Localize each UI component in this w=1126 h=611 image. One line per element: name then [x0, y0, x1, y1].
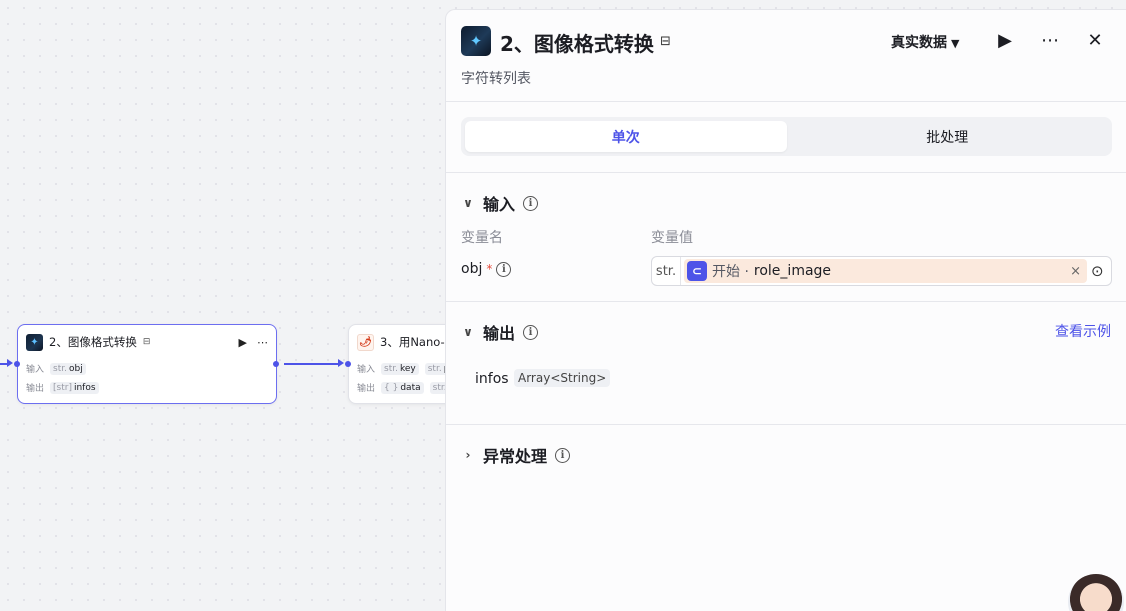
- node-input-port[interactable]: [14, 361, 20, 367]
- input-section-header[interactable]: ∨ 输入 i: [461, 191, 539, 215]
- tab-single[interactable]: 单次: [465, 121, 787, 152]
- node-logo-icon: ✦: [26, 333, 43, 351]
- reference-source: 开始 ·: [712, 264, 749, 280]
- node-input-port[interactable]: [345, 361, 351, 367]
- node-title: 3、用Nano-: [380, 335, 445, 349]
- chevron-down-icon[interactable]: ∨: [461, 325, 475, 339]
- close-button[interactable]: ✕: [1082, 27, 1108, 53]
- error-section-header[interactable]: › 异常处理 i: [461, 443, 571, 467]
- connection-edge-arrow: [338, 359, 344, 367]
- node-logo-icon: ✦: [461, 26, 491, 56]
- input-value-field[interactable]: str. ⊂ 开始 · role_image × ⊙: [651, 256, 1112, 286]
- node-input-label: 输入: [26, 365, 45, 375]
- info-icon[interactable]: i: [496, 261, 512, 277]
- panel-subtitle[interactable]: 字符转列表: [461, 68, 531, 88]
- column-var-value: 变量值: [651, 230, 693, 246]
- panel-title[interactable]: 2、图像格式转换: [500, 28, 654, 57]
- chevron-right-icon[interactable]: ›: [461, 448, 475, 462]
- more-icon[interactable]: ⋯: [257, 336, 268, 349]
- connection-edge[interactable]: [284, 363, 340, 365]
- node-image-format-convert[interactable]: ✦ 2、图像格式转换 ⊟ ▶ ⋯ 输入 str. obj 输出 [str] info…: [14, 324, 279, 404]
- value-type-selector[interactable]: str.: [652, 257, 681, 285]
- input-section-title: 输入: [483, 195, 516, 214]
- chevron-down-icon[interactable]: ∨: [461, 196, 475, 210]
- node-input-label: 输入: [357, 365, 376, 375]
- play-icon: ▶: [998, 29, 1012, 51]
- output-var-name: infos: [475, 371, 509, 387]
- data-mode-label: 真实数据: [891, 35, 947, 51]
- variable-picker-icon[interactable]: ⊙: [1091, 262, 1104, 280]
- divider: [446, 424, 1126, 425]
- run-button[interactable]: ▶: [992, 27, 1018, 53]
- variable-reference-tag[interactable]: ⊂ 开始 · role_image ×: [684, 259, 1087, 283]
- divider: [446, 301, 1126, 302]
- info-icon[interactable]: i: [523, 195, 539, 211]
- reference-variable: role_image: [753, 263, 832, 279]
- panel-header: ✦ 2、图像格式转换 ⊟ 字符转列表 真实数据 ▼ ▶ ⋯ ✕: [446, 10, 1126, 102]
- output-var-type: Array<String>: [514, 369, 611, 387]
- error-section-title: 异常处理: [483, 447, 548, 466]
- caret-down-icon: ▼: [951, 37, 960, 50]
- node-input-chip: str. obj: [50, 362, 86, 375]
- chili-icon: 🌶: [357, 333, 374, 351]
- output-section-title: 输出: [483, 324, 516, 343]
- node-output-chip-data: { } data: [381, 381, 424, 394]
- play-icon[interactable]: ▶: [239, 336, 247, 349]
- clear-icon[interactable]: ×: [1070, 264, 1081, 279]
- column-var-name: 变量名: [461, 230, 503, 246]
- incoming-edge-arrow: [7, 359, 13, 367]
- store-icon: ⊟: [660, 34, 671, 49]
- node-output-chip: [str] infos: [50, 381, 99, 394]
- tab-batch[interactable]: 批处理: [787, 121, 1109, 152]
- input-var-name-text: obj: [461, 261, 483, 277]
- node-title: 2、图像格式转换: [49, 335, 137, 349]
- close-icon: ✕: [1087, 29, 1103, 51]
- store-icon: ⊟: [142, 337, 151, 347]
- divider: [446, 172, 1126, 173]
- info-icon[interactable]: i: [523, 324, 539, 340]
- view-example-link[interactable]: 查看示例: [1055, 321, 1111, 341]
- node-output-label: 输出: [26, 384, 45, 394]
- input-var-name: obj * i: [461, 261, 512, 277]
- start-node-icon: ⊂: [687, 261, 707, 281]
- output-section-header[interactable]: ∨ 输出 i: [461, 320, 539, 344]
- node-config-panel: ✦ 2、图像格式转换 ⊟ 字符转列表 真实数据 ▼ ▶ ⋯ ✕ 单次 批处理 ∨ …: [445, 9, 1126, 611]
- node-output-port[interactable]: [273, 361, 279, 367]
- more-button[interactable]: ⋯: [1037, 27, 1063, 53]
- run-mode-tabs: 单次 批处理: [461, 117, 1112, 156]
- required-mark: *: [486, 262, 493, 276]
- node-output-label: 输出: [357, 384, 376, 394]
- data-mode-dropdown[interactable]: 真实数据 ▼: [891, 32, 959, 52]
- info-icon[interactable]: i: [555, 447, 571, 463]
- node-input-chip-key: str. key: [381, 362, 419, 375]
- more-icon: ⋯: [1041, 29, 1059, 51]
